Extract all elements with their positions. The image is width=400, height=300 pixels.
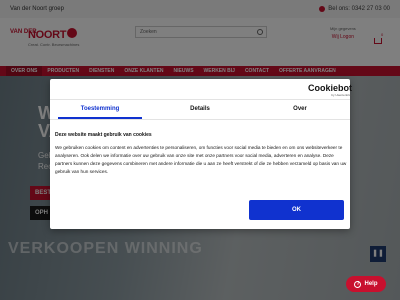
cookiebot-logo: Cookiebot by Usercentrics [308, 83, 352, 98]
help-label: Help [364, 281, 378, 287]
cookiebot-name: Cookiebot [308, 83, 352, 93]
cookie-body: We gebruiken cookies om content en adver… [55, 145, 347, 174]
question-icon: ? [354, 280, 362, 288]
ok-button[interactable]: OK [249, 200, 344, 220]
tab-toestemming[interactable]: Toestemming [50, 100, 150, 119]
help-button[interactable]: ? Help [346, 276, 386, 292]
tab-over[interactable]: Over [250, 100, 350, 119]
cookiebot-byline: by Usercentrics [331, 93, 352, 97]
cookie-consent-dialog: Cookiebot by Usercentrics Toestemming De… [50, 79, 352, 229]
cookie-tabs: Toestemming Details Over [50, 99, 350, 120]
tab-details[interactable]: Details [150, 100, 250, 119]
cookie-heading: Deze website maakt gebruik van cookies [55, 132, 152, 138]
